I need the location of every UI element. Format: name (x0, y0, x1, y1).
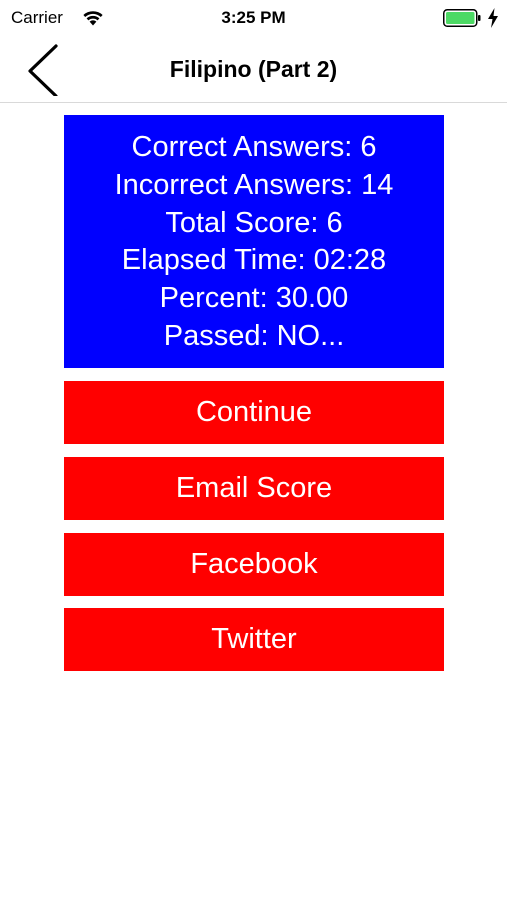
clock-time: 3:25 PM (221, 8, 286, 27)
passed-status-text: Passed: NO... (163, 319, 345, 352)
twitter-button[interactable]: Twitter (64, 608, 444, 671)
total-score-text: Total Score: 6 (165, 206, 343, 239)
battery-icon (443, 9, 481, 27)
email-score-button[interactable]: Email Score (64, 457, 444, 520)
status-bar: Carrier 3:25 PM (0, 0, 507, 36)
page-title: Filipino (Part 2) (169, 56, 338, 82)
score-summary-panel: Correct Answers: 6 Incorrect Answers: 14… (64, 115, 444, 368)
incorrect-answers-text: Incorrect Answers: 14 (114, 168, 394, 201)
correct-answers-text: Correct Answers: 6 (131, 131, 377, 163)
percent-text: Percent: 30.00 (159, 282, 349, 315)
facebook-button[interactable]: Facebook (64, 533, 444, 596)
charging-bolt-icon (488, 8, 498, 28)
elapsed-time-text: Elapsed Time: 02:28 (121, 244, 387, 277)
navigation-bar: Filipino (Part 2) (0, 36, 507, 103)
continue-button[interactable]: Continue (64, 381, 444, 444)
